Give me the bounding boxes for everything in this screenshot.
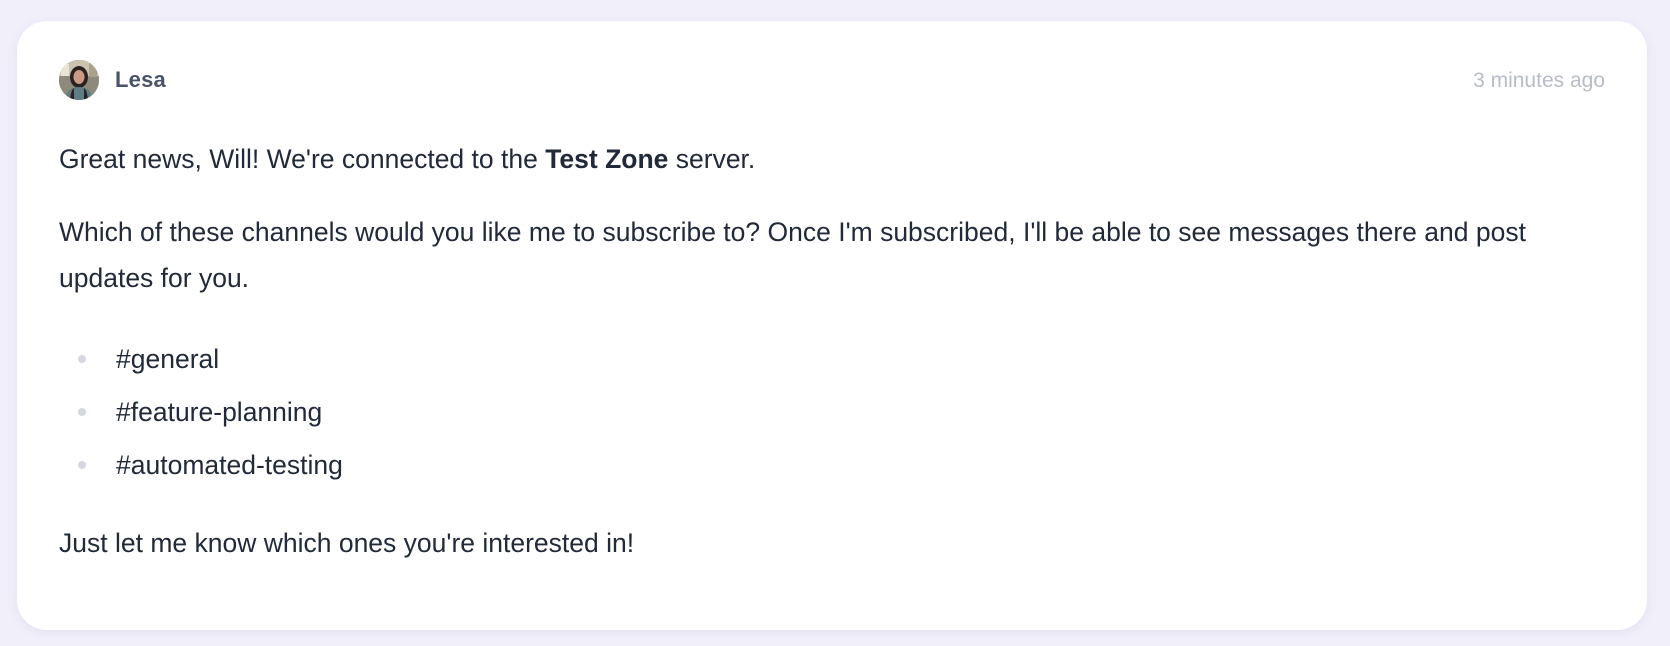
message-paragraph-intro: Great news, Will! We're connected to the…	[59, 136, 1605, 182]
list-item: #feature-planning	[59, 385, 1605, 438]
channel-name: #feature-planning	[116, 396, 323, 427]
bullet-dot-icon	[78, 407, 86, 416]
server-name: Test Zone	[545, 144, 669, 174]
message-header: Lesa 3 minutes ago	[59, 59, 1605, 101]
author-name: Lesa	[115, 67, 166, 92]
channel-name: #general	[116, 343, 220, 374]
bullet-dot-icon	[78, 354, 86, 363]
message-timestamp: 3 minutes ago	[1473, 69, 1605, 92]
intro-text-before: Great news, Will! We're connected to the	[59, 144, 546, 174]
message-paragraph-closing: Just let me know which ones you're inter…	[59, 528, 635, 558]
avatar[interactable]	[59, 60, 99, 100]
user-avatar-icon	[59, 60, 99, 100]
list-item: #general	[59, 332, 1605, 385]
message-paragraph-question: Which of these channels would you like m…	[59, 217, 1526, 293]
channel-list: #general #feature-planning #automated-te…	[59, 332, 1605, 491]
bullet-dot-icon	[78, 460, 86, 469]
list-item: #automated-testing	[59, 438, 1605, 491]
message-body: Great news, Will! We're connected to the…	[59, 136, 1605, 566]
intro-text-after: server.	[668, 144, 756, 174]
message-card: Lesa 3 minutes ago Great news, Will! We'…	[17, 21, 1647, 630]
channel-name: #automated-testing	[116, 449, 343, 480]
